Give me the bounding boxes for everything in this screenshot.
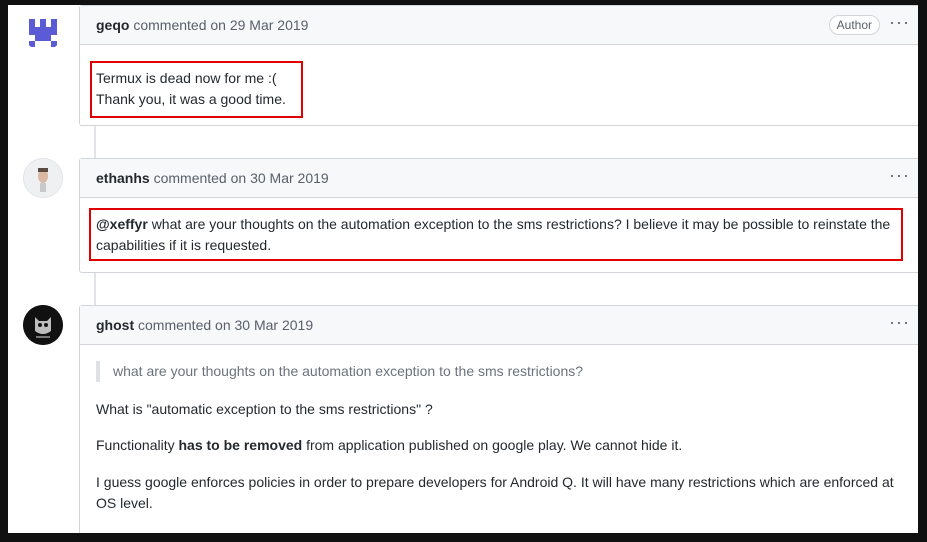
blockquote: what are your thoughts on the automation… [96,361,583,382]
comment-paragraph: I guess google enforces policies in orde… [96,474,894,511]
author-link[interactable]: ethanhs [96,170,150,186]
person-photo-icon [24,159,62,197]
identicon-icon [23,11,63,51]
comment-header-text: ghost commented on 30 Mar 2019 [96,317,313,333]
comment-ethanhs: ethanhs commented on 30 Mar 2019 ··· @xe… [79,158,918,273]
avatar-ethanhs[interactable] [23,158,63,198]
comment-menu-icon[interactable]: ··· [889,166,910,184]
comment-date[interactable]: commented on 30 Mar 2019 [154,170,329,186]
comment-text: what are your thoughts on the automation… [96,216,891,253]
paragraph-text: Functionality [96,437,175,453]
avatar-geqo[interactable] [23,11,63,51]
comment-line: Termux is dead now for me :( [96,70,277,86]
timeline-connector [94,125,96,158]
ghost-owl-icon [23,305,63,345]
comment-geqo: geqo commented on 29 Mar 2019 Author ···… [79,5,918,126]
avatar-ghost[interactable] [23,305,63,345]
comment-date[interactable]: commented on 29 Mar 2019 [133,17,308,33]
comment-paragraph: What is "automatic exception to the sms … [96,401,433,417]
author-link[interactable]: geqo [96,17,129,33]
comment-header-text: ethanhs commented on 30 Mar 2019 [96,170,329,186]
bold-text: has to be removed [178,437,303,453]
comment-menu-icon[interactable]: ··· [889,13,910,31]
timeline-connector [94,272,96,305]
comment-ghost: ghost commented on 30 Mar 2019 ··· what … [79,305,918,533]
comments-timeline: geqo commented on 29 Mar 2019 Author ···… [8,5,918,533]
comment-header: ethanhs commented on 30 Mar 2019 ··· [80,159,918,198]
comment-line: Thank you, it was a good time. [96,91,286,107]
comment-menu-icon[interactable]: ··· [889,313,910,331]
comment-header: ghost commented on 30 Mar 2019 ··· [80,306,918,345]
paragraph-text: from application published on google pla… [306,437,683,453]
comment-date[interactable]: commented on 30 Mar 2019 [138,317,313,333]
author-link[interactable]: ghost [96,317,134,333]
user-mention-link[interactable]: @xeffyr [96,216,148,232]
author-badge: Author [828,15,880,35]
comment-header: geqo commented on 29 Mar 2019 Author ··· [80,6,918,45]
comment-body: @xeffyr what are your thoughts on the au… [96,214,896,256]
comment-body: Termux is dead now for me :( Thank you, … [96,68,286,110]
comment-paragraph: Functionality has to be removed from app… [96,435,904,456]
comment-header-text: geqo commented on 29 Mar 2019 [96,17,308,33]
